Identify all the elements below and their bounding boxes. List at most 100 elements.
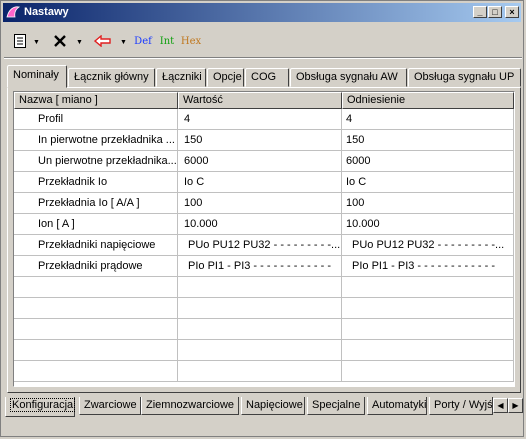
toolbar-separator <box>4 57 522 59</box>
value-cell[interactable]: PIo PI1 - PI3 - - - - - - - - - - - - <box>178 256 342 276</box>
empty-cell <box>178 361 342 381</box>
reference-cell: Io C <box>342 172 514 192</box>
name-cell: Przekładnik Io <box>14 172 178 192</box>
value-cell[interactable]: 4 <box>178 109 342 129</box>
tab-label: Opcje <box>213 71 242 83</box>
tab-label: Ziemnozwarciowe <box>146 399 235 411</box>
value-cell[interactable]: PUo PU12 PU32 - - - - - - - - -... <box>178 235 342 255</box>
reference-cell: 100 <box>342 193 514 213</box>
table-row[interactable]: Przekładnia Io [ A/A ] 100 100 <box>14 193 514 214</box>
tab-obsluga-aw[interactable]: Obsługa sygnału AW <box>290 68 407 87</box>
close-button[interactable]: × <box>505 6 519 18</box>
tab-porty-wyjscia[interactable]: Porty / Wyjś <box>429 397 493 415</box>
empty-cell <box>342 319 514 339</box>
settings-grid[interactable]: Nazwa [ miano ] Wartość Odniesienie Prof… <box>13 91 515 387</box>
tab-napieciowe[interactable]: Napięciowe <box>241 397 305 415</box>
toolbar: ▼ ▼ ▼ Def Int Hex <box>5 25 521 57</box>
empty-cell <box>342 277 514 297</box>
chevron-down-icon[interactable]: ▼ <box>76 39 83 46</box>
value-cell[interactable]: 150 <box>178 130 342 150</box>
hex-button[interactable]: Hex <box>181 31 201 51</box>
tab-konfiguracja[interactable]: Konfiguracja <box>5 397 76 417</box>
maximize-button[interactable]: □ <box>488 6 502 18</box>
tab-obsluga-up[interactable]: Obsługa sygnału UP <box>408 68 521 87</box>
tab-label: Specjalne <box>312 399 361 411</box>
name-cell: In pierwotne przekładnika ... <box>14 130 178 150</box>
document-list-button[interactable] <box>11 31 29 51</box>
tab-nominaly[interactable]: Nominały <box>7 65 67 88</box>
empty-row <box>14 298 514 319</box>
tab-cog[interactable]: COG <box>245 68 289 87</box>
def-button[interactable]: Def <box>133 31 153 51</box>
reference-cell: 10.000 <box>342 214 514 234</box>
empty-row <box>14 319 514 340</box>
table-row[interactable]: Profil 4 4 <box>14 109 514 130</box>
value-cell[interactable]: 100 <box>178 193 342 213</box>
tab-label: Łącznik główny <box>74 71 149 83</box>
reference-cell: 6000 <box>342 151 514 171</box>
empty-row <box>14 361 514 382</box>
tab-ziemnozwarciowe[interactable]: Ziemnozwarciowe <box>141 397 239 415</box>
value-cell[interactable]: Io C <box>178 172 342 192</box>
column-header-value[interactable]: Wartość <box>178 92 342 109</box>
delete-button[interactable] <box>49 31 71 51</box>
app-icon <box>6 6 20 18</box>
int-button[interactable]: Int <box>157 31 177 51</box>
chevron-down-icon[interactable]: ▼ <box>120 39 127 46</box>
empty-cell <box>178 340 342 360</box>
name-cell: Profil <box>14 109 178 129</box>
tab-laczniki[interactable]: Łączniki <box>156 68 206 87</box>
empty-row <box>14 277 514 298</box>
minimize-button[interactable]: _ <box>473 6 487 18</box>
tab-panel: Nazwa [ miano ] Wartość Odniesienie Prof… <box>7 87 521 393</box>
tab-label: Łączniki <box>162 71 202 83</box>
tab-scroll-left-button[interactable]: ◀ <box>493 398 508 413</box>
header-label: Odniesienie <box>347 94 406 106</box>
table-row[interactable]: In pierwotne przekładnika ... 150 150 <box>14 130 514 151</box>
empty-cell <box>14 340 178 360</box>
tab-label: Porty / Wyjś <box>434 399 493 411</box>
tab-label: Konfiguracja <box>10 398 76 412</box>
tab-lacznik-glowny[interactable]: Łącznik główny <box>68 68 155 87</box>
reference-cell: PIo PI1 - PI3 - - - - - - - - - - - - <box>342 256 514 276</box>
tab-label: Automatyki <box>372 399 427 411</box>
column-header-reference[interactable]: Odniesienie <box>342 92 514 109</box>
table-row[interactable]: Un pierwotne przekładnika... 6000 6000 <box>14 151 514 172</box>
table-row[interactable]: Ion [ A ] 10.000 10.000 <box>14 214 514 235</box>
name-cell: Przekładniki prądowe <box>14 256 178 276</box>
title-bar[interactable]: Nastawy _ □ × <box>3 3 521 22</box>
empty-cell <box>14 298 178 318</box>
tab-scroll-right-button[interactable]: ▶ <box>508 398 523 413</box>
tab-opcje[interactable]: Opcje <box>207 68 244 87</box>
tab-label: COG <box>251 71 277 83</box>
tab-label: Zwarciowe <box>84 399 137 411</box>
int-label: Int <box>159 35 175 47</box>
tab-label: Obsługa sygnału AW <box>296 71 398 83</box>
empty-cell <box>14 361 178 381</box>
tab-label: Napięciowe <box>246 399 303 411</box>
name-cell: Un pierwotne przekładnika... <box>14 151 178 171</box>
header-label: Nazwa [ miano ] <box>19 94 98 106</box>
name-cell: Przekładnia Io [ A/A ] <box>14 193 178 213</box>
empty-cell <box>342 298 514 318</box>
table-row[interactable]: Przekładniki napięciowe PUo PU12 PU32 - … <box>14 235 514 256</box>
tab-automatyki[interactable]: Automatyki <box>367 397 427 415</box>
reference-cell: 4 <box>342 109 514 129</box>
tab-label: Obsługa sygnału UP <box>414 71 515 83</box>
chevron-down-icon[interactable]: ▼ <box>33 39 40 46</box>
back-button[interactable] <box>91 31 115 51</box>
value-cell[interactable]: 10.000 <box>178 214 342 234</box>
table-row[interactable]: Przekładnik Io Io C Io C <box>14 172 514 193</box>
column-header-name[interactable]: Nazwa [ miano ] <box>14 92 178 109</box>
empty-cell <box>178 319 342 339</box>
name-cell: Ion [ A ] <box>14 214 178 234</box>
tab-zwarciowe[interactable]: Zwarciowe <box>79 397 141 415</box>
empty-cell <box>14 277 178 297</box>
empty-cell <box>178 298 342 318</box>
tab-specjalne[interactable]: Specjalne <box>307 397 365 415</box>
header-label: Wartość <box>183 94 223 106</box>
table-row[interactable]: Przekładniki prądowe PIo PI1 - PI3 - - -… <box>14 256 514 277</box>
value-cell[interactable]: 6000 <box>178 151 342 171</box>
empty-cell <box>342 361 514 381</box>
bottom-tab-strip: Konfiguracja Zwarciowe Ziemnozwarciowe N… <box>5 397 523 417</box>
